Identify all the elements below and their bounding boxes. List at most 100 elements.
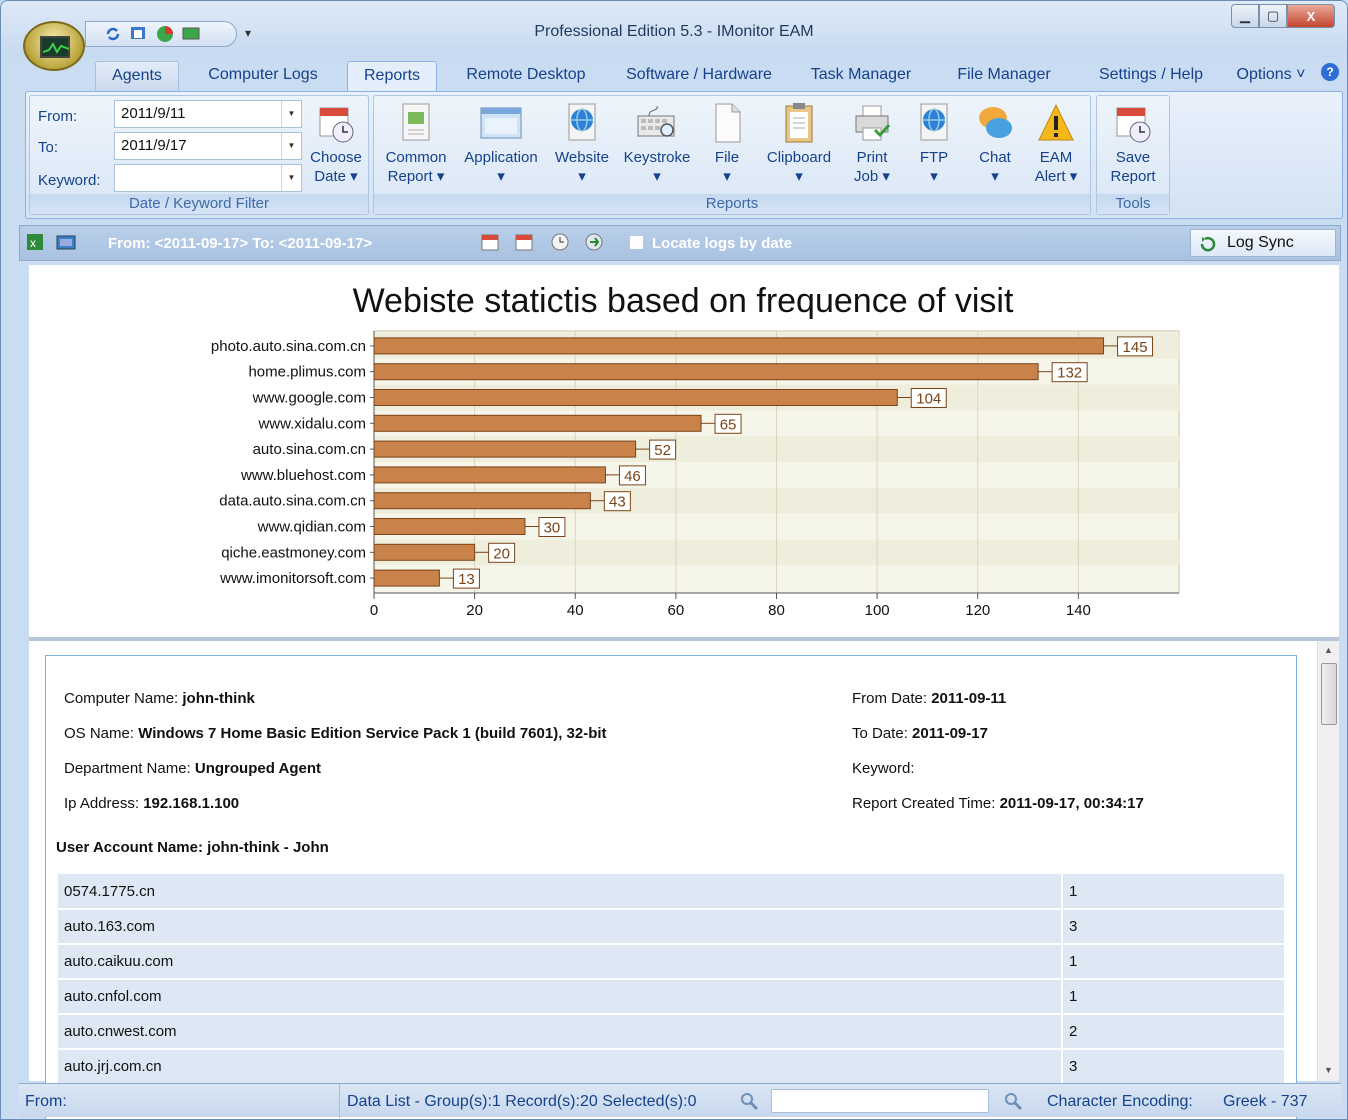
go-arrow-icon[interactable] bbox=[584, 232, 604, 252]
common-report-button[interactable]: Common Report ▾ bbox=[380, 102, 452, 186]
status-bar: From: Data List - Group(s):1 Record(s):2… bbox=[19, 1083, 1341, 1118]
bar[interactable] bbox=[373, 440, 637, 458]
site-cell: auto.cnfol.com bbox=[58, 979, 1062, 1015]
bar[interactable] bbox=[373, 389, 898, 406]
table-row[interactable]: 0574.1775.cn 1 bbox=[58, 874, 1284, 910]
category-label: www.qidian.com bbox=[257, 519, 366, 536]
tab-options[interactable]: Options ˅ bbox=[1229, 61, 1313, 91]
export-image-icon[interactable] bbox=[56, 233, 76, 251]
site-cell: auto.caikuu.com bbox=[58, 944, 1062, 980]
chat-label-2: ▾ bbox=[991, 168, 999, 185]
tab-file-manager[interactable]: File Manager bbox=[941, 61, 1067, 91]
eam-alert-report-button[interactable]: EAM Alert ▾ bbox=[1026, 102, 1086, 186]
ip-address-value: 192.168.1.100 bbox=[143, 795, 240, 812]
chevron-down-icon[interactable]: ▼ bbox=[281, 101, 301, 127]
clock-icon[interactable] bbox=[550, 232, 570, 252]
bar[interactable] bbox=[373, 492, 591, 510]
table-row[interactable]: auto.163.com 3 bbox=[58, 909, 1284, 945]
category-label: auto.sina.com.cn bbox=[253, 441, 366, 458]
table-row[interactable]: auto.caikuu.com 1 bbox=[58, 944, 1284, 980]
bar[interactable] bbox=[373, 466, 606, 484]
encoding-label: Character Encoding: bbox=[1047, 1093, 1193, 1110]
data-label: 52 bbox=[654, 442, 671, 459]
report-pane: Computer Name: john-think OS Name: Windo… bbox=[29, 641, 1339, 1119]
bar[interactable] bbox=[373, 543, 476, 561]
filter-group-caption: Date / Keyword Filter bbox=[30, 194, 368, 214]
choose-date-button[interactable]: Choose Date ▾ bbox=[304, 102, 368, 186]
keystroke-report-button[interactable]: Keystroke ▾ bbox=[618, 102, 696, 186]
chevron-down-icon[interactable]: ▼ bbox=[281, 165, 301, 191]
bar[interactable] bbox=[373, 569, 440, 587]
close-button[interactable]: X bbox=[1287, 4, 1335, 28]
file-report-button[interactable]: File ▾ bbox=[704, 102, 750, 186]
application-label-2: ▾ bbox=[497, 168, 505, 185]
chevron-down-icon[interactable]: ▼ bbox=[281, 133, 301, 159]
x-tick-label: 120 bbox=[965, 602, 990, 619]
eam-alert-label-2: Alert ▾ bbox=[1034, 168, 1078, 185]
tab-settings-help[interactable]: Settings / Help bbox=[1083, 61, 1219, 91]
calendar-week-icon[interactable] bbox=[480, 232, 500, 252]
report-keyword-label: Keyword: bbox=[852, 760, 915, 777]
computer-name-value: john-think bbox=[182, 690, 255, 707]
to-date-field[interactable]: 2011/9/17 ▼ bbox=[114, 132, 302, 160]
application-report-button[interactable]: Application ▾ bbox=[456, 102, 546, 186]
table-row[interactable]: auto.jrj.com.cn 3 bbox=[58, 1049, 1284, 1085]
user-account-heading: User Account Name: john-think - John bbox=[56, 839, 329, 856]
tab-task-manager[interactable]: Task Manager bbox=[799, 61, 923, 91]
tab-remote-desktop[interactable]: Remote Desktop bbox=[453, 61, 599, 91]
minimize-button[interactable]: ▁ bbox=[1231, 4, 1259, 28]
from-date-field[interactable]: 2011/9/11 ▼ bbox=[114, 100, 302, 128]
help-icon[interactable]: ? bbox=[1321, 63, 1339, 81]
chat-report-button[interactable]: Chat ▾ bbox=[968, 102, 1022, 186]
website-frequency-chart: Webiste statictis based on frequence of … bbox=[211, 282, 1180, 619]
bar[interactable] bbox=[373, 414, 702, 432]
tab-reports[interactable]: Reports bbox=[347, 61, 437, 93]
locate-logs-checkbox[interactable] bbox=[630, 236, 643, 249]
calendar-day-icon[interactable] bbox=[514, 232, 534, 252]
tab-computer-logs[interactable]: Computer Logs bbox=[193, 61, 333, 91]
bar[interactable] bbox=[373, 363, 1039, 381]
count-cell: 1 bbox=[1061, 944, 1284, 980]
table-row[interactable]: auto.cnfol.com 1 bbox=[58, 979, 1284, 1015]
export-excel-icon[interactable]: x bbox=[26, 233, 44, 251]
tab-agents[interactable]: Agents bbox=[95, 61, 179, 91]
keystroke-label-1: Keystroke bbox=[623, 149, 691, 166]
ftp-label-1: FTP bbox=[919, 149, 949, 166]
printer-icon bbox=[855, 105, 891, 141]
category-label: home.plimus.com bbox=[248, 364, 366, 381]
maximize-button[interactable]: ▢ bbox=[1259, 4, 1287, 28]
save-report-button[interactable]: Save Report bbox=[1101, 102, 1165, 186]
log-sync-button[interactable]: Log Sync bbox=[1190, 229, 1336, 257]
print-job-report-button[interactable]: Print Job ▾ bbox=[844, 102, 900, 186]
bar[interactable] bbox=[373, 337, 1105, 355]
keyboard-icon bbox=[637, 105, 675, 137]
to-date-label: To Date: bbox=[852, 725, 913, 742]
category-label: www.bluehost.com bbox=[240, 467, 366, 484]
application-orb[interactable] bbox=[23, 21, 85, 71]
encoding-value[interactable]: Greek - 737 bbox=[1223, 1093, 1307, 1111]
ftp-globe-icon bbox=[920, 103, 948, 141]
keyword-line: Keyword: bbox=[852, 760, 915, 777]
bar[interactable] bbox=[373, 518, 526, 535]
report-toolbar: x From: <2011-09-17> To: <2011-09-17> Lo… bbox=[19, 225, 1341, 261]
search-icon[interactable] bbox=[739, 1091, 759, 1111]
tools-group: Save Report Tools bbox=[1096, 95, 1170, 215]
log-sync-label: Log Sync bbox=[1227, 234, 1294, 251]
title-bar: ▾ Professional Edition 5.3 - IMonitor EA… bbox=[1, 1, 1347, 57]
keyword-field[interactable]: ▼ bbox=[114, 164, 302, 192]
clipboard-report-button[interactable]: Clipboard ▾ bbox=[758, 102, 840, 186]
count-cell: 2 bbox=[1061, 1014, 1284, 1050]
scrollbar-thumb[interactable] bbox=[1321, 663, 1337, 725]
scroll-up-icon[interactable]: ▲ bbox=[1324, 645, 1333, 655]
website-table: 0574.1775.cn 1 auto.163.com 3 auto.caikuu.… bbox=[58, 874, 1284, 1085]
vertical-scrollbar[interactable]: ▲ ▼ bbox=[1317, 641, 1339, 1081]
ftp-report-button[interactable]: FTP ▾ bbox=[910, 102, 958, 186]
table-row[interactable]: auto.cnwest.com 2 bbox=[58, 1014, 1284, 1050]
file-label-2: ▾ bbox=[723, 168, 731, 185]
tab-software-hardware[interactable]: Software / Hardware bbox=[613, 61, 785, 91]
search-icon[interactable] bbox=[1003, 1091, 1023, 1111]
scroll-down-icon[interactable]: ▼ bbox=[1324, 1065, 1333, 1075]
chat-label-1: Chat bbox=[979, 149, 1011, 166]
status-search-field[interactable] bbox=[771, 1089, 989, 1113]
website-report-button[interactable]: Website ▾ bbox=[550, 102, 614, 186]
